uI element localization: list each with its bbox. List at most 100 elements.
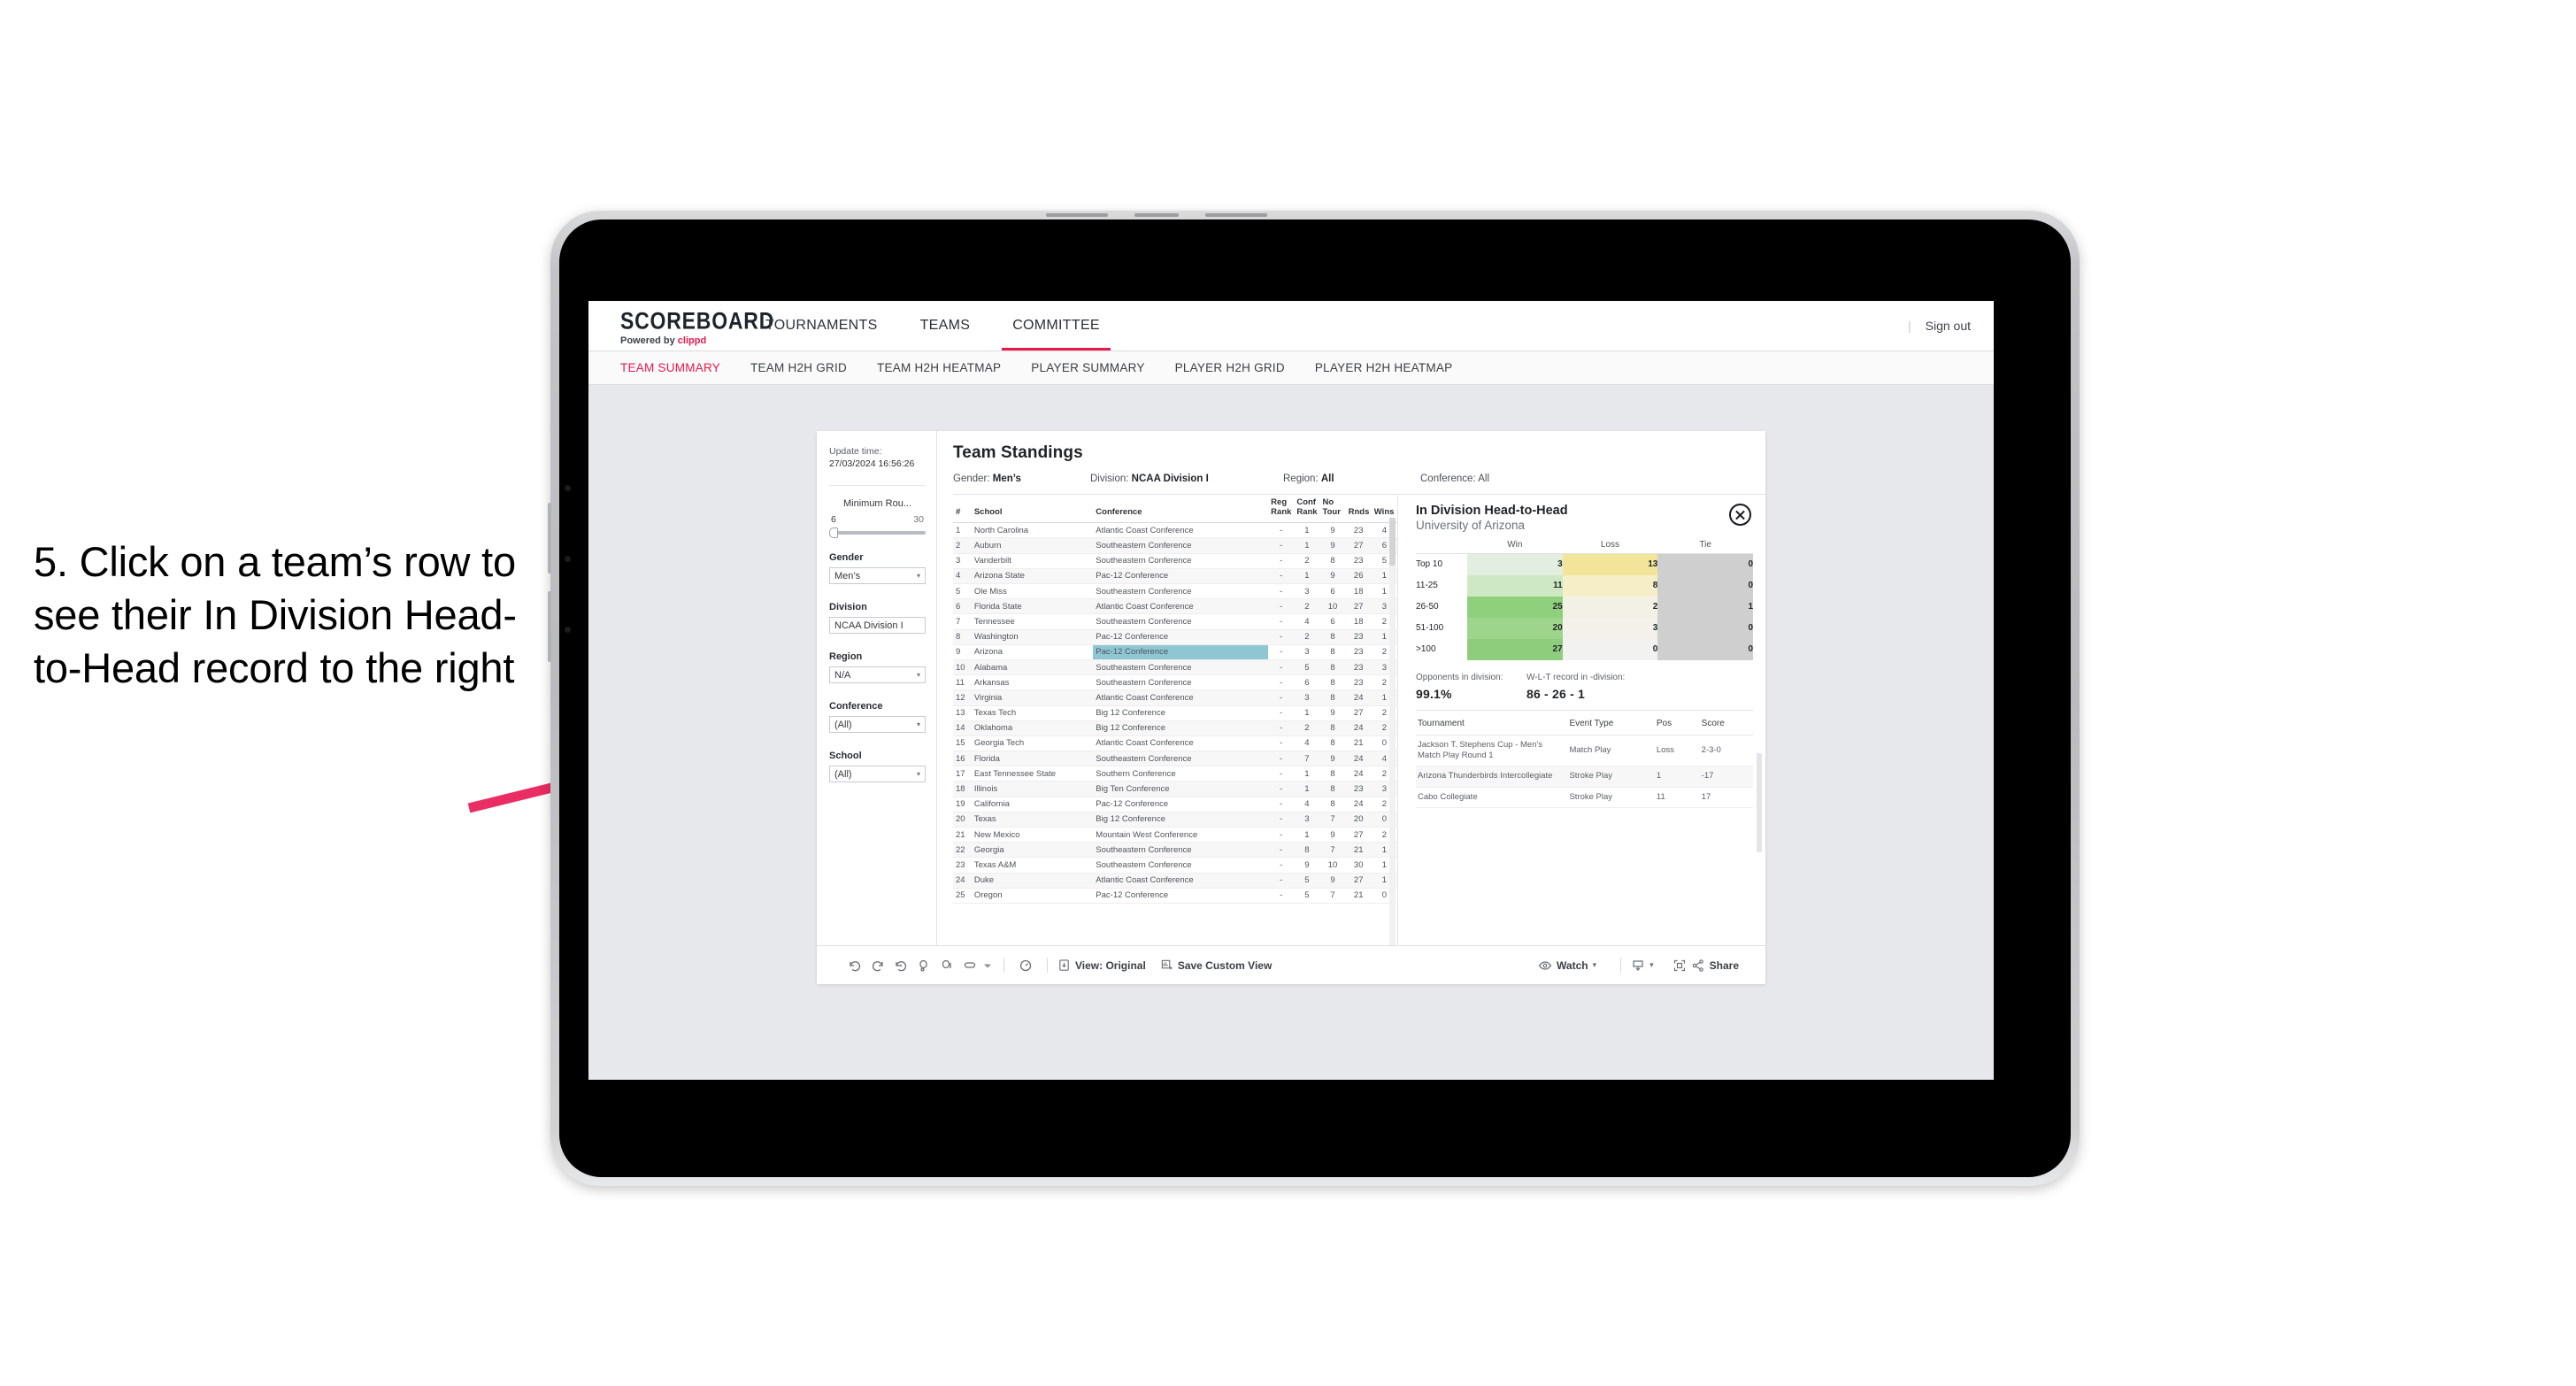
stat-value: 86 - 26 - 1	[1526, 686, 1586, 701]
cell-event-type: Stroke Play	[1567, 787, 1655, 808]
fullscreen-icon[interactable]	[1668, 958, 1691, 973]
table-row[interactable]: 21 New Mexico Mountain West Conference -1 9 2…	[953, 827, 1397, 843]
h2h-col-win: Win	[1467, 540, 1563, 554]
table-row[interactable]: 7 Tennessee Southeastern Conference -4 6 18 2	[953, 613, 1397, 630]
tab-team-h2h-heatmap[interactable]: TEAM H2H HEATMAP	[877, 361, 1001, 374]
top-navigation-bar: SCOREBOARD Powered by clippd TOURNAMENTS…	[588, 301, 1994, 351]
col-rnds[interactable]: Rnds	[1345, 495, 1372, 524]
cell-no-tour: 8	[1319, 674, 1346, 691]
table-row[interactable]: 23 Texas A&M Southeastern Conference -9 10 30…	[953, 857, 1397, 874]
filter-division-select[interactable]: NCAA Division I	[829, 617, 926, 635]
table-row[interactable]: 20 Texas Big 12 Conference -3 7 20 0	[953, 812, 1397, 828]
watch-button[interactable]: Watch ▾	[1538, 959, 1596, 973]
refresh-icon[interactable]	[1014, 958, 1037, 973]
h2h-subtitle: University of Arizona	[1416, 519, 1526, 532]
share-button[interactable]: Share	[1691, 959, 1739, 973]
redo-icon[interactable]	[866, 958, 889, 973]
h2h-cell-tie: 1	[1657, 596, 1753, 618]
table-row[interactable]: 1 North Carolina Atlantic Coast Conference…	[953, 522, 1397, 539]
save-custom-view-button[interactable]: Save Custom View	[1160, 959, 1273, 972]
table-row[interactable]: 2 Auburn Southeastern Conference -1 9 27 6	[953, 537, 1397, 554]
undo-icon[interactable]	[843, 958, 866, 973]
table-row[interactable]: 12 Virginia Atlantic Coast Conference -3 8 24…	[953, 689, 1397, 706]
instruction-annotation: 5. Click on a team’s row to see their In…	[34, 538, 517, 692]
table-row[interactable]: 10 Alabama Southeastern Conference -5 8 23 3	[953, 659, 1397, 676]
device-layout-icon[interactable]	[958, 958, 981, 973]
slider-track[interactable]	[829, 527, 926, 539]
table-row[interactable]: 13 Texas Tech Big 12 Conference -1 9 27 2	[953, 705, 1397, 721]
table-row[interactable]: 15 Georgia Tech Atlantic Coast Conference -…	[953, 735, 1397, 752]
download-button[interactable]: ▾	[1631, 959, 1654, 973]
table-row[interactable]: 9 Arizona Pac-12 Conference -3 8 23 2	[953, 644, 1397, 660]
tab-team-summary[interactable]: TEAM SUMMARY	[620, 361, 720, 374]
nav-item-committee[interactable]: COMMITTEE	[991, 301, 1121, 350]
col-score[interactable]: Score	[1699, 715, 1753, 735]
col-conf-rank[interactable]: Conf Rank	[1294, 495, 1320, 524]
crumb-region-value: All	[1320, 474, 1334, 484]
table-row[interactable]: 22 Georgia Southeastern Conference -8 7 21 1	[953, 842, 1397, 859]
brand-logo[interactable]: SCOREBOARD Powered by clippd	[588, 301, 773, 350]
dashboard-stage: Update time: 27/03/2024 16:56:26 Minimum…	[588, 385, 1994, 1080]
table-row[interactable]: 5 Ole Miss Southeastern Conference -3 6 18 1	[953, 583, 1397, 600]
col-rank[interactable]: #	[953, 495, 972, 524]
table-row[interactable]: 18 Illinois Big Ten Conference -1 8 23 3	[953, 781, 1397, 797]
tournament-scrollbar[interactable]	[1757, 753, 1762, 852]
cell-rnds: 20	[1345, 812, 1372, 828]
tab-player-summary[interactable]: PLAYER SUMMARY	[1031, 361, 1144, 374]
tab-player-h2h-grid[interactable]: PLAYER H2H GRID	[1175, 361, 1285, 374]
table-row[interactable]: 16 Florida Southeastern Conference -7 9 24 4	[953, 751, 1397, 767]
col-reg-rank[interactable]: Reg Rank	[1268, 495, 1295, 524]
tab-player-h2h-heatmap[interactable]: PLAYER H2H HEATMAP	[1315, 361, 1453, 374]
resume-icon[interactable]	[935, 958, 958, 973]
cell-school: Texas Tech	[971, 705, 1094, 721]
cell-school: Alabama	[971, 659, 1094, 676]
table-row[interactable]: 11 Arkansas Southeastern Conference -6 8 23 2	[953, 674, 1397, 691]
sign-out-link[interactable]: Sign out	[1926, 319, 1971, 333]
filter-region-select[interactable]: N/A ▾	[829, 666, 926, 684]
tournament-row[interactable]: Arizona Thunderbirds Intercollegiate Stro…	[1416, 766, 1753, 788]
view-original-button[interactable]: View: Original	[1057, 959, 1146, 972]
cell-rnds: 24	[1345, 751, 1372, 767]
table-row[interactable]: 19 California Pac-12 Conference -4 8 24 2	[953, 797, 1397, 812]
revert-icon[interactable]	[889, 958, 912, 973]
col-event-type[interactable]: Event Type	[1567, 715, 1655, 735]
col-school[interactable]: School	[971, 495, 1094, 524]
tournament-row[interactable]: Cabo Collegiate Stroke Play 11 17	[1416, 787, 1753, 808]
table-vertical-scrollbar[interactable]	[1389, 518, 1396, 984]
brand-sub-prefix: Powered by	[620, 335, 678, 347]
filter-gender-select[interactable]: Men’s ▾	[829, 567, 926, 585]
pause-icon[interactable]	[912, 958, 935, 973]
table-row[interactable]: 14 Oklahoma Big 12 Conference -2 8 24 2	[953, 720, 1397, 736]
cell-reg-rank: -	[1268, 553, 1295, 569]
volume-button[interactable]	[548, 503, 551, 574]
slider-handle[interactable]	[829, 527, 838, 539]
nav-item-tournaments[interactable]: TOURNAMENTS	[744, 301, 899, 350]
close-icon[interactable]	[1729, 504, 1751, 526]
h2h-cell-tie: 0	[1657, 617, 1753, 639]
h2h-row-label: >100	[1416, 644, 1436, 654]
cell-conference: Big Ten Conference	[1093, 781, 1269, 797]
table-row[interactable]: 4 Arizona State Pac-12 Conference -1 9 26 1	[953, 568, 1397, 585]
scrollbar-thumb[interactable]	[1389, 518, 1396, 566]
table-row[interactable]: 6 Florida State Atlantic Coast Conference -…	[953, 598, 1397, 615]
col-no-tour[interactable]: No Tour	[1319, 495, 1346, 524]
cell-conf-rank: 2	[1294, 553, 1320, 569]
chevron-down-icon[interactable]	[981, 958, 994, 973]
table-row[interactable]: 3 Vanderbilt Southeastern Conference -2 8 23 5	[953, 553, 1397, 569]
col-conference[interactable]: Conference	[1093, 495, 1269, 524]
cell-no-tour: 8	[1319, 659, 1346, 676]
table-row[interactable]: 8 Washington Pac-12 Conference -2 8 23 1	[953, 629, 1397, 645]
filter-region: Region N/A ▾	[829, 651, 926, 684]
nav-item-teams[interactable]: TEAMS	[899, 301, 992, 350]
col-tournament[interactable]: Tournament	[1416, 715, 1568, 735]
table-row[interactable]: 17 East Tennessee State Southern Conferenc…	[953, 766, 1397, 782]
save-custom-view-label: Save Custom View	[1177, 959, 1273, 972]
filter-school-select[interactable]: (All) ▾	[829, 766, 926, 783]
volume-button[interactable]	[548, 591, 551, 662]
tournament-row[interactable]: Jackson T. Stephens Cup - Men’s Match Pl…	[1416, 735, 1753, 767]
tab-team-h2h-grid[interactable]: TEAM H2H GRID	[750, 361, 847, 374]
table-row[interactable]: 24 Duke Atlantic Coast Conference -5 9 27 1	[953, 873, 1397, 889]
filter-conference-select[interactable]: (All) ▾	[829, 716, 926, 734]
col-pos[interactable]: Pos	[1654, 715, 1700, 735]
table-row[interactable]: 25 Oregon Pac-12 Conference -5 7 21 0	[953, 888, 1397, 904]
